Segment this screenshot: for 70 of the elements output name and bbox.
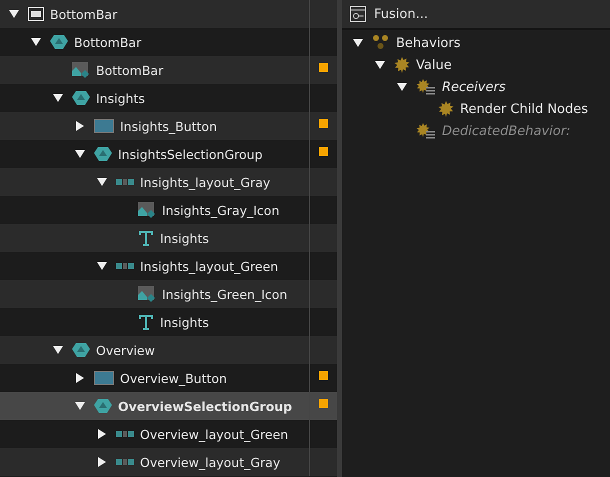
expanded-triangle-icon[interactable] [97,261,107,271]
node-label: Insights [160,314,209,330]
expanded-triangle-icon[interactable] [53,93,63,103]
node-label: Insights [160,230,209,246]
node-label: Insights [96,90,145,106]
hexagon-icon [72,90,90,106]
dots-icon [372,34,390,52]
tree-row[interactable]: BottomBar [0,0,337,28]
expanded-triangle-icon[interactable] [75,401,85,411]
hexagon-icon [50,34,68,50]
gear-list-icon [416,78,436,96]
layout-icon [116,263,134,269]
node-label: BottomBar [74,34,142,50]
text-icon [138,230,154,246]
layout-icon [116,179,134,185]
collapsed-triangle-icon[interactable] [75,121,85,131]
button-icon [94,119,114,133]
layout-icon [116,431,134,437]
panel-title: Fusion... [374,6,428,22]
property-label: Receivers [442,80,506,94]
node-label: Overview [96,342,155,358]
node-label: OverviewSelectionGroup [118,398,292,414]
button-icon [94,371,114,385]
expanded-triangle-icon[interactable] [353,38,363,48]
node-label: Insights_Gray_Icon [162,202,280,218]
gear-icon [394,57,410,73]
property-label: Render Child Nodes [460,102,588,116]
tree-row[interactable]: Insights_Button [0,112,337,140]
tree-row[interactable]: Overview [0,336,337,364]
node-label: Overview_Button [120,370,227,386]
tree-row[interactable]: Overview_layout_Gray [0,448,337,476]
tree-row[interactable]: OverviewSelectionGroup [0,392,337,420]
expanded-triangle-icon[interactable] [397,82,407,92]
node-label: Overview_layout_Green [140,426,288,442]
node-label: Insights_layout_Gray [140,174,270,190]
hexagon-icon [72,342,90,358]
image-icon [138,286,156,302]
property-label: Behaviors [396,36,460,50]
collapsed-triangle-icon[interactable] [97,457,107,467]
screen-icon [28,7,44,21]
panel-icon [350,6,366,22]
expanded-triangle-icon[interactable] [75,149,85,159]
hexagon-icon [94,146,112,162]
tree-row[interactable]: Insights [0,224,337,252]
gear-icon [438,101,454,117]
property-label: Value [416,58,452,72]
tree-row[interactable]: Insights_layout_Gray [0,168,337,196]
tree-row[interactable]: Insights_Green_Icon [0,280,337,308]
image-icon [72,62,90,78]
collapsed-triangle-icon[interactable] [75,373,85,383]
node-label: BottomBar [96,62,164,78]
tree-row[interactable]: BottomBar [0,56,337,84]
expanded-triangle-icon[interactable] [9,9,19,19]
property-label: DedicatedBehavior: [442,124,570,138]
expanded-triangle-icon[interactable] [31,37,41,47]
text-icon [138,314,154,330]
node-label: Overview_layout_Gray [140,454,280,470]
node-label: Insights_Button [120,118,217,134]
node-label: Insights_Green_Icon [162,286,288,302]
expanded-triangle-icon[interactable] [97,177,107,187]
layout-icon [116,459,134,465]
expanded-triangle-icon[interactable] [375,60,385,70]
expanded-triangle-icon[interactable] [53,345,63,355]
node-label: Insights_layout_Green [140,258,278,274]
gear-list-icon [416,122,436,140]
collapsed-triangle-icon[interactable] [97,429,107,439]
node-label: InsightsSelectionGroup [118,146,263,162]
hexagon-icon [94,398,112,414]
image-icon [138,202,156,218]
node-label: BottomBar [50,6,118,22]
